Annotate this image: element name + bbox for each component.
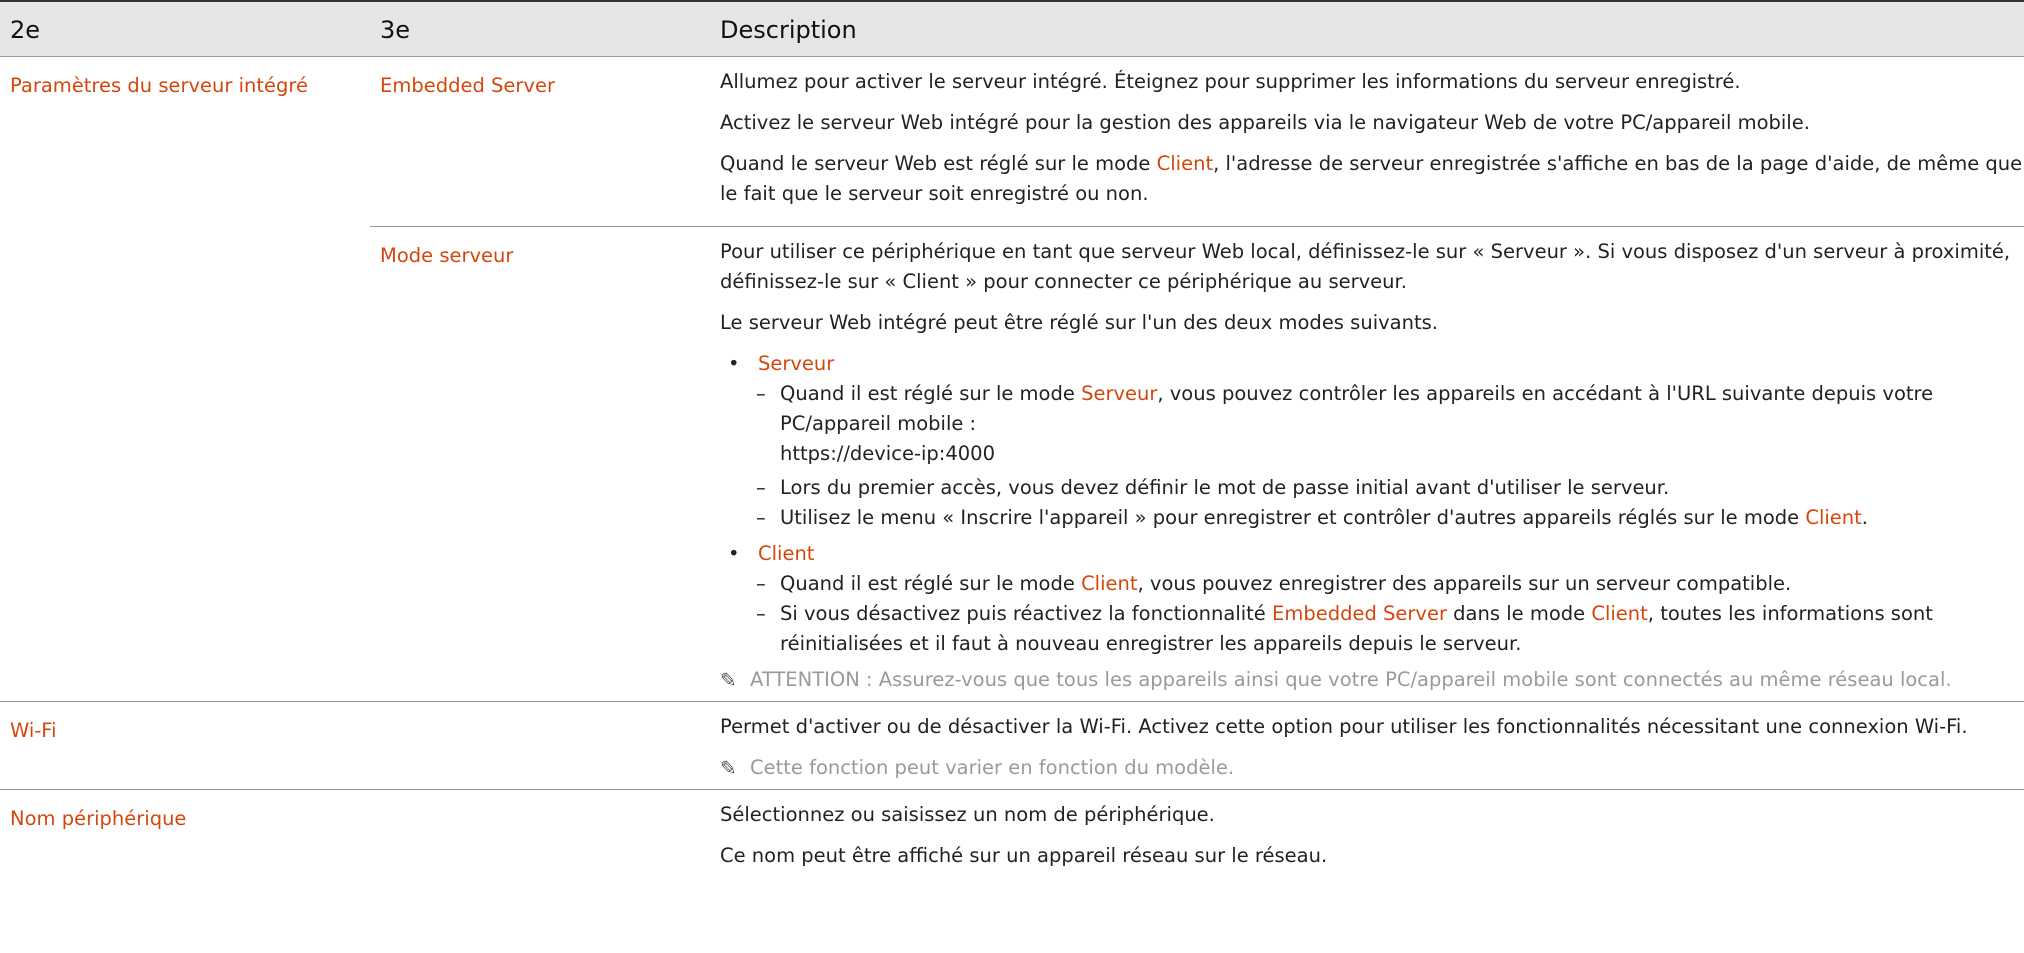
- row-label-device-name[interactable]: Nom périphérique: [0, 789, 370, 888]
- desc-text: Allumez pour activer le serveur intégré.…: [720, 70, 1741, 93]
- bullet-item: • Serveur: [728, 349, 2024, 379]
- highlight-client: Client: [1156, 152, 1214, 175]
- dash-item: – Quand il est réglé sur le mode Serveur…: [756, 379, 2024, 469]
- desc-text: Permet d'activer ou de désactiver la Wi-…: [720, 715, 1968, 738]
- settings-table: 2e 3e Description Paramètres du serveur …: [0, 0, 2024, 888]
- row-label-embedded-settings[interactable]: Paramètres du serveur intégré: [0, 56, 370, 702]
- header-2e: 2e: [0, 0, 370, 57]
- row-label-embedded-server[interactable]: Embedded Server: [370, 56, 720, 227]
- note-text: Cette fonction peut varier en fonction d…: [750, 756, 1235, 779]
- dash-item: – Si vous désactivez puis réactivez la f…: [756, 599, 2024, 659]
- table-row: Paramètres du serveur intégré Embedded S…: [0, 56, 2024, 702]
- dash-item: – Quand il est réglé sur le mode Client,…: [756, 569, 2024, 599]
- url-text: https://device-ip:4000: [780, 442, 995, 465]
- note: ✎ Cette fonction peut varier en fonction…: [720, 753, 2024, 783]
- header-description: Description: [720, 0, 2024, 57]
- dash-icon: –: [756, 476, 766, 499]
- empty-cell: [370, 701, 720, 790]
- desc-text: Pour utiliser ce périphérique en tant qu…: [720, 240, 2011, 293]
- desc-text: Activez le serveur Web intégré pour la g…: [720, 111, 1810, 134]
- row-label-wifi[interactable]: Wi-Fi: [0, 701, 370, 790]
- header-3e: 3e: [370, 0, 720, 57]
- dash-item: – Lors du premier accès, vous devez défi…: [756, 473, 2024, 503]
- row-label-mode-serveur[interactable]: Mode serveur: [370, 226, 720, 702]
- empty-cell: [370, 789, 720, 888]
- description-embedded-server: Allumez pour activer le serveur intégré.…: [720, 56, 2024, 227]
- description-device-name: Sélectionnez ou saisissez un nom de péri…: [720, 789, 2024, 888]
- table-row: Nom périphérique Sélectionnez ou saisiss…: [0, 789, 2024, 888]
- bullet-icon: •: [728, 542, 740, 565]
- dash-icon: –: [756, 572, 766, 595]
- bullet-label-client: Client: [758, 542, 815, 565]
- bullet-label-serveur: Serveur: [758, 352, 835, 375]
- table-row: Wi-Fi Permet d'activer ou de désactiver …: [0, 701, 2024, 790]
- desc-text: Le serveur Web intégré peut être réglé s…: [720, 311, 1438, 334]
- dash-icon: –: [756, 382, 766, 405]
- pencil-icon: ✎: [720, 668, 737, 692]
- dash-icon: –: [756, 506, 766, 529]
- desc-text: Quand le serveur Web est réglé sur le mo…: [720, 152, 2023, 205]
- bullet-item: • Client: [728, 539, 2024, 569]
- desc-text: Sélectionnez ou saisissez un nom de péri…: [720, 803, 1215, 826]
- description-wifi: Permet d'activer ou de désactiver la Wi-…: [720, 701, 2024, 790]
- table-header: 2e 3e Description: [0, 0, 2024, 57]
- dash-icon: –: [756, 602, 766, 625]
- bullet-icon: •: [728, 352, 740, 375]
- dash-item: – Utilisez le menu « Inscrire l'appareil…: [756, 503, 2024, 533]
- desc-text: Ce nom peut être affiché sur un appareil…: [720, 844, 1328, 867]
- pencil-icon: ✎: [720, 756, 737, 780]
- note: ✎ ATTENTION : Assurez-vous que tous les …: [720, 665, 2024, 695]
- description-mode-serveur: Pour utiliser ce périphérique en tant qu…: [720, 226, 2024, 702]
- note-text: ATTENTION : Assurez-vous que tous les ap…: [750, 668, 1952, 691]
